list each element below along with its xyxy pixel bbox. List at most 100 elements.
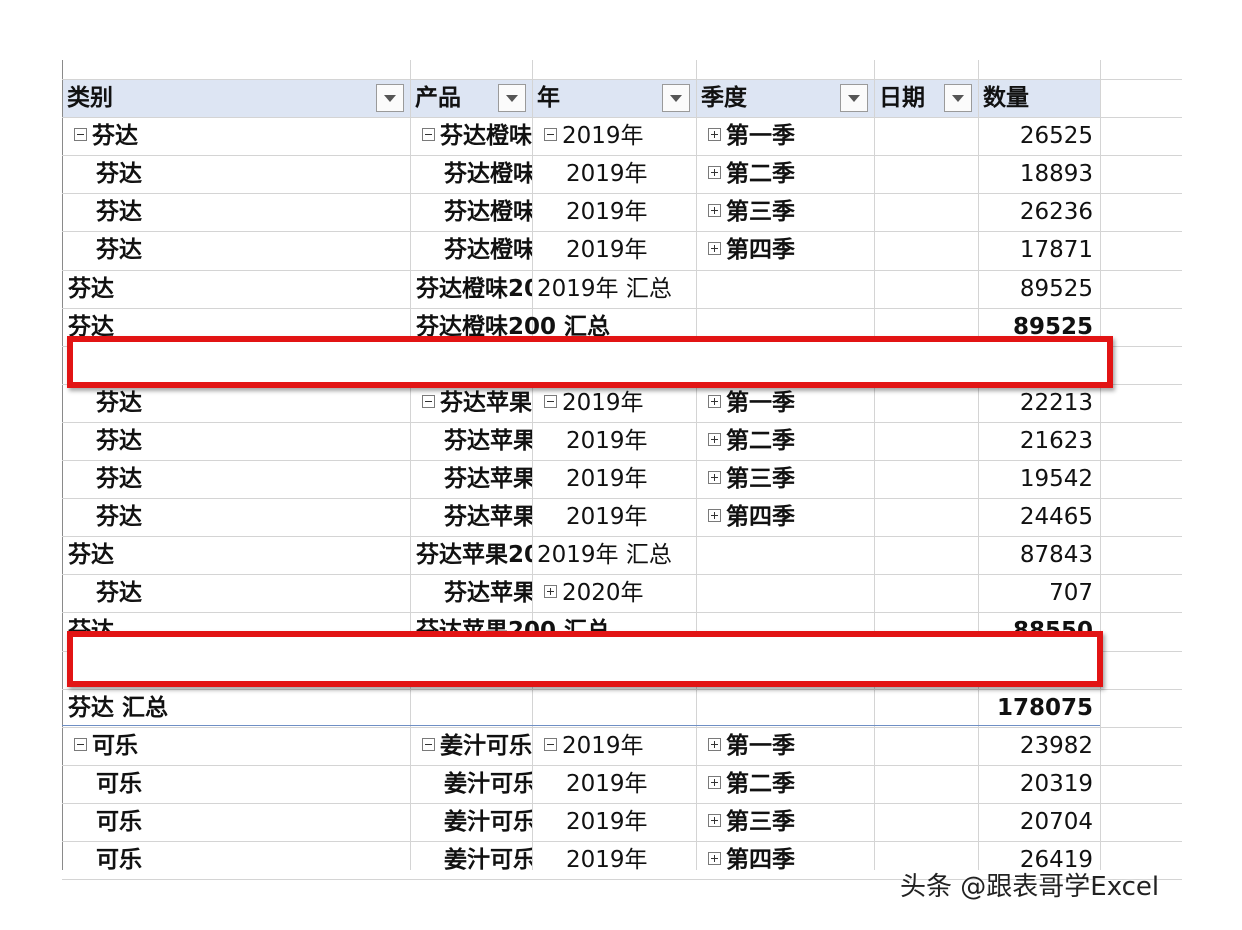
pivot-cell[interactable]: 2019年 bbox=[544, 727, 694, 765]
pivot-cell[interactable]: 芬达橙味 bbox=[422, 117, 532, 155]
expand-plus-icon[interactable] bbox=[708, 471, 721, 484]
pivot-cell[interactable]: 20704 bbox=[978, 803, 1093, 841]
pivot-cell[interactable]: 2019年 bbox=[566, 498, 694, 536]
pivot-cell[interactable]: 芬达 bbox=[68, 270, 408, 308]
pivot-cell[interactable]: 2019年 bbox=[566, 803, 694, 841]
collapse-minus-icon[interactable] bbox=[544, 395, 557, 408]
pivot-cell[interactable]: 可乐 bbox=[96, 841, 408, 879]
pivot-cell[interactable]: 第四季 bbox=[708, 498, 872, 536]
pivot-cell[interactable]: 2019年 bbox=[566, 460, 694, 498]
collapse-minus-icon[interactable] bbox=[544, 738, 557, 751]
pivot-cell[interactable]: 2019年 汇总 bbox=[537, 536, 694, 574]
expand-plus-icon[interactable] bbox=[544, 585, 557, 598]
pivot-cell[interactable]: 23982 bbox=[978, 727, 1093, 765]
pivot-cell[interactable]: 芬达 bbox=[96, 498, 408, 536]
pivot-cell[interactable]: 芬达苹果 bbox=[444, 574, 532, 612]
expand-plus-icon[interactable] bbox=[708, 166, 721, 179]
pivot-cell[interactable]: 芬达橙味20 bbox=[416, 270, 532, 308]
pivot-cell[interactable]: 26236 bbox=[978, 193, 1093, 231]
pivot-cell[interactable]: 2019年 bbox=[566, 155, 694, 193]
pivot-cell[interactable]: 2019年 bbox=[566, 765, 694, 803]
pivot-cell[interactable]: 2019年 bbox=[544, 384, 694, 422]
pivot-cell[interactable]: 24465 bbox=[978, 498, 1093, 536]
pivot-cell[interactable]: 第二季 bbox=[708, 765, 872, 803]
pivot-cell[interactable]: 第二季 bbox=[708, 422, 872, 460]
collapse-minus-icon[interactable] bbox=[74, 128, 87, 141]
pivot-cell[interactable]: 19542 bbox=[978, 460, 1093, 498]
pivot-cell[interactable]: 芬达 bbox=[68, 536, 408, 574]
pivot-cell[interactable]: 芬达橙味 bbox=[444, 231, 532, 269]
expand-plus-icon[interactable] bbox=[708, 395, 721, 408]
pivot-cell[interactable]: 17871 bbox=[978, 231, 1093, 269]
pivot-cell[interactable]: 姜汁可乐 bbox=[444, 765, 532, 803]
pivot-cell[interactable]: 芬达橙味 bbox=[444, 193, 532, 231]
collapse-minus-icon[interactable] bbox=[74, 738, 87, 751]
pivot-cell[interactable]: 2019年 bbox=[566, 422, 694, 460]
pivot-cell[interactable]: 芬达 bbox=[96, 231, 408, 269]
pivot-cell[interactable]: 2020年 bbox=[544, 574, 694, 612]
pivot-cell[interactable]: 芬达苹果 bbox=[444, 460, 532, 498]
pivot-cell[interactable]: 芬达 bbox=[74, 117, 408, 155]
pivot-cell[interactable]: 707 bbox=[978, 574, 1093, 612]
pivot-cell[interactable]: 20319 bbox=[978, 765, 1093, 803]
pivot-cell[interactable]: 87843 bbox=[978, 536, 1093, 574]
filter-dropdown-icon[interactable] bbox=[944, 84, 972, 112]
pivot-cell[interactable]: 18893 bbox=[978, 155, 1093, 193]
expand-plus-icon[interactable] bbox=[708, 776, 721, 789]
pivot-cell[interactable]: 第一季 bbox=[708, 117, 872, 155]
pivot-cell[interactable]: 2019年 bbox=[566, 841, 694, 879]
pivot-cell[interactable]: 可乐 bbox=[96, 765, 408, 803]
expand-plus-icon[interactable] bbox=[708, 204, 721, 217]
pivot-cell[interactable]: 芬达苹果 bbox=[444, 422, 532, 460]
pivot-cell[interactable]: 芬达苹果20 bbox=[416, 536, 532, 574]
pivot-cell[interactable]: 第一季 bbox=[708, 384, 872, 422]
expand-plus-icon[interactable] bbox=[708, 128, 721, 141]
pivot-cell[interactable]: 2019年 汇总 bbox=[537, 270, 694, 308]
pivot-cell[interactable]: 可乐 bbox=[74, 727, 408, 765]
pivot-cell[interactable]: 第三季 bbox=[708, 460, 872, 498]
pivot-cell[interactable]: 第二季 bbox=[708, 155, 872, 193]
pivot-cell[interactable]: 芬达 bbox=[96, 193, 408, 231]
expand-plus-icon[interactable] bbox=[708, 852, 721, 865]
pivot-cell[interactable]: 178075 bbox=[978, 689, 1093, 727]
pivot-cell[interactable]: 22213 bbox=[978, 384, 1093, 422]
pivot-cell[interactable]: 芬达 汇总 bbox=[68, 689, 408, 727]
filter-dropdown-icon[interactable] bbox=[662, 84, 690, 112]
collapse-minus-icon[interactable] bbox=[544, 128, 557, 141]
filter-dropdown-icon[interactable] bbox=[840, 84, 868, 112]
pivot-cell[interactable]: 芬达 bbox=[96, 422, 408, 460]
pivot-cell[interactable]: 89525 bbox=[978, 270, 1093, 308]
pivot-cell[interactable]: 第一季 bbox=[708, 727, 872, 765]
pivot-cell[interactable]: 芬达苹果 bbox=[422, 384, 532, 422]
pivot-cell[interactable]: 第三季 bbox=[708, 193, 872, 231]
pivot-cell[interactable]: 21623 bbox=[978, 422, 1093, 460]
expand-plus-icon[interactable] bbox=[708, 433, 721, 446]
pivot-cell[interactable]: 姜汁可乐 bbox=[444, 841, 532, 879]
expand-plus-icon[interactable] bbox=[708, 242, 721, 255]
pivot-cell[interactable]: 2019年 bbox=[544, 117, 694, 155]
filter-dropdown-icon[interactable] bbox=[376, 84, 404, 112]
pivot-cell[interactable]: 第四季 bbox=[708, 841, 872, 879]
cell-text: 2019年 bbox=[566, 428, 648, 454]
pivot-cell[interactable]: 芬达苹果 bbox=[444, 498, 532, 536]
pivot-cell[interactable]: 芬达 bbox=[96, 460, 408, 498]
pivot-cell[interactable]: 2019年 bbox=[566, 231, 694, 269]
expand-plus-icon[interactable] bbox=[708, 509, 721, 522]
pivot-cell[interactable]: 可乐 bbox=[96, 803, 408, 841]
collapse-minus-icon[interactable] bbox=[422, 395, 435, 408]
pivot-cell[interactable]: 芬达 bbox=[96, 384, 408, 422]
pivot-cell[interactable]: 2019年 bbox=[566, 193, 694, 231]
pivot-cell[interactable]: 芬达 bbox=[96, 155, 408, 193]
pivot-cell[interactable]: 第三季 bbox=[708, 803, 872, 841]
pivot-cell[interactable]: 姜汁可乐 bbox=[444, 803, 532, 841]
pivot-cell[interactable]: 芬达橙味 bbox=[444, 155, 532, 193]
collapse-minus-icon[interactable] bbox=[422, 738, 435, 751]
pivot-cell[interactable]: 芬达 bbox=[96, 574, 408, 612]
filter-dropdown-icon[interactable] bbox=[498, 84, 526, 112]
expand-plus-icon[interactable] bbox=[708, 814, 721, 827]
expand-plus-icon[interactable] bbox=[708, 738, 721, 751]
pivot-cell[interactable]: 姜汁可乐 bbox=[422, 727, 532, 765]
pivot-cell[interactable]: 第四季 bbox=[708, 231, 872, 269]
collapse-minus-icon[interactable] bbox=[422, 128, 435, 141]
pivot-cell[interactable]: 26525 bbox=[978, 117, 1093, 155]
